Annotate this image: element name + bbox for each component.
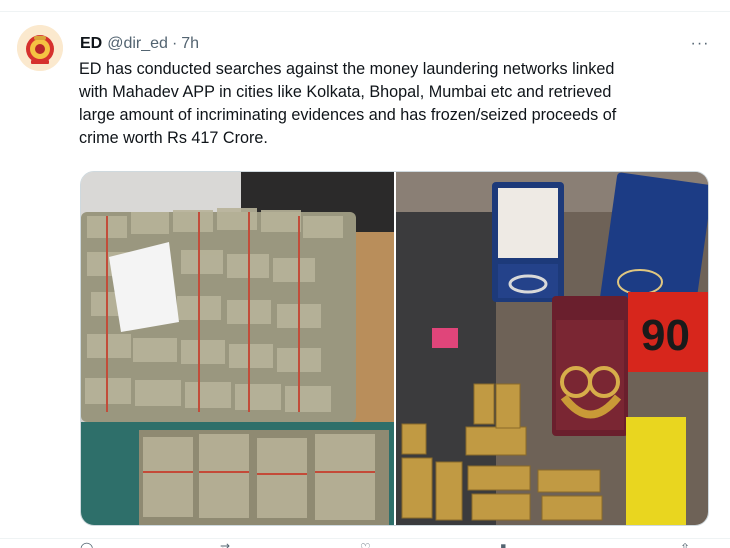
bottom-divider — [0, 538, 730, 539]
author-handle[interactable]: @dir_ed — [107, 35, 168, 53]
tweet-media[interactable]: 90 — [80, 171, 709, 526]
photo-cash-bundles[interactable] — [81, 172, 394, 526]
avatar-emblem — [17, 25, 63, 71]
tweet-text-line: large amount of incriminating evidences … — [79, 106, 617, 124]
reply-icon[interactable]: ◯ — [80, 541, 100, 548]
tweet-header: ED @dir_ed · 7h — [80, 33, 199, 55]
tweet-text-line: with Mahadev APP in cities like Kolkata,… — [79, 83, 612, 101]
retweet-icon[interactable]: ⇄ — [220, 541, 240, 548]
more-options-icon[interactable]: ··· — [686, 33, 714, 55]
photo-gold-jewellery[interactable]: 90 — [396, 172, 709, 526]
tweet-text-line: ED has conducted searches against the mo… — [79, 60, 615, 78]
share-icon[interactable]: ⇧ — [680, 541, 700, 548]
svg-text:90: 90 — [641, 311, 690, 360]
views-icon[interactable]: ▮ — [500, 541, 520, 548]
separator-dot: · — [171, 35, 178, 52]
avatar[interactable] — [17, 25, 63, 71]
author-name[interactable]: ED — [80, 35, 102, 53]
tweet-time[interactable]: 7h — [181, 35, 199, 53]
action-bar: ◯ ⇄ ♡ ▮ ⇧ — [80, 541, 709, 548]
like-icon[interactable]: ♡ — [360, 541, 380, 548]
tweet-text: ED has conducted searches against the mo… — [79, 58, 719, 150]
tweet-text-line: crime worth Rs 417 Crore. — [79, 129, 268, 147]
